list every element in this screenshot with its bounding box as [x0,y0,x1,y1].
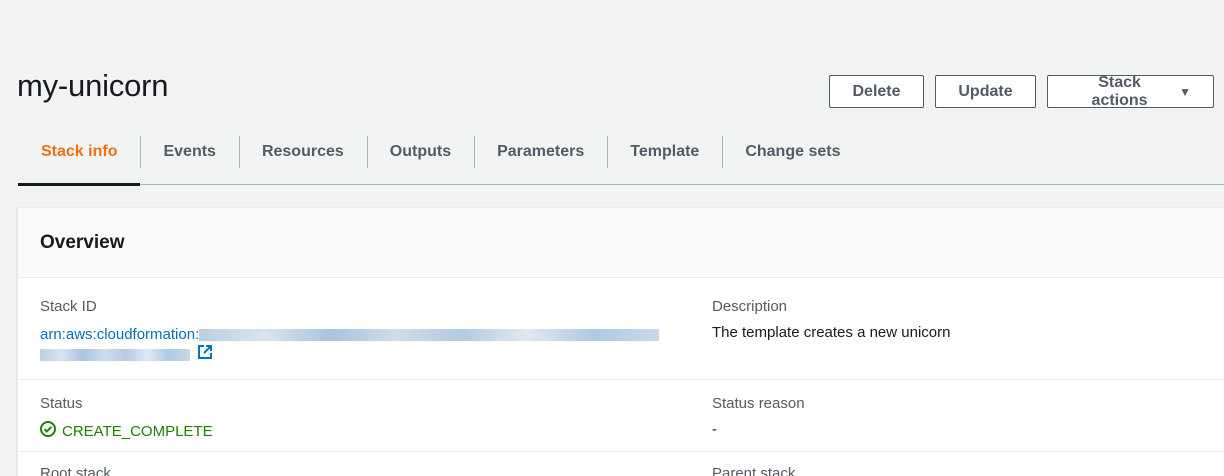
root-stack-cell: Root stack [18,452,690,476]
stack-actions-label: Stack actions [1091,73,1148,109]
status-reason-label: Status reason [712,395,805,412]
update-button[interactable]: Update [935,75,1036,108]
tab-events[interactable]: Events [140,132,238,184]
delete-button[interactable]: Delete [829,75,924,108]
header-actions: Delete Update Stack actions ▼ [829,73,1214,109]
tab-change-sets[interactable]: Change sets [722,132,863,184]
redacted-arn-tail [40,348,190,361]
overview-row: Root stack Parent stack [18,452,1224,476]
parent-stack-label: Parent stack [712,465,796,476]
stack-id-cell: Stack ID arn:aws:cloudformation: [18,278,690,379]
status-value: CREATE_COMPLETE [62,422,213,440]
overview-row: Stack ID arn:aws:cloudformation: Descrip… [18,278,1224,380]
caret-down-icon: ▼ [1179,84,1191,99]
overview-panel: Overview Stack ID arn:aws:cloudformation… [17,207,1224,476]
external-link-icon[interactable] [198,345,212,364]
root-stack-label: Root stack [40,465,111,476]
stack-id-value[interactable]: arn:aws:cloudformation: [40,326,199,343]
redacted-arn [199,328,660,341]
overview-header: Overview [18,208,1224,278]
description-label: Description [712,298,788,315]
tab-parameters[interactable]: Parameters [474,132,607,184]
tab-template[interactable]: Template [607,132,722,184]
stack-id-label: Stack ID [40,298,97,315]
tab-resources[interactable]: Resources [238,132,367,184]
tab-stack-info[interactable]: Stack info [18,132,141,186]
page-title: my-unicorn [17,68,169,103]
parent-stack-cell: Parent stack [690,452,1224,476]
stack-id-link[interactable]: arn:aws:cloudformation: [40,324,690,364]
stack-actions-dropdown[interactable]: Stack actions ▼ [1047,73,1214,109]
check-circle-icon [40,421,56,441]
status-reason-cell: Status reason - [690,380,1224,451]
status-label: Status [40,395,83,412]
tab-outputs[interactable]: Outputs [366,132,474,184]
status-badge: CREATE_COMPLETE [40,421,690,441]
description-cell: Description The template creates a new u… [690,278,1224,379]
description-value: The template creates a new unicorn [712,324,951,341]
tab-bar: Stack info Events Resources Outputs Para… [18,132,1224,186]
status-reason-value: - [712,421,717,438]
overview-title: Overview [40,231,125,253]
status-cell: Status CREATE_COMPLETE [18,380,690,451]
overview-row: Status CREATE_COMPLETE Status reason - [18,380,1224,452]
